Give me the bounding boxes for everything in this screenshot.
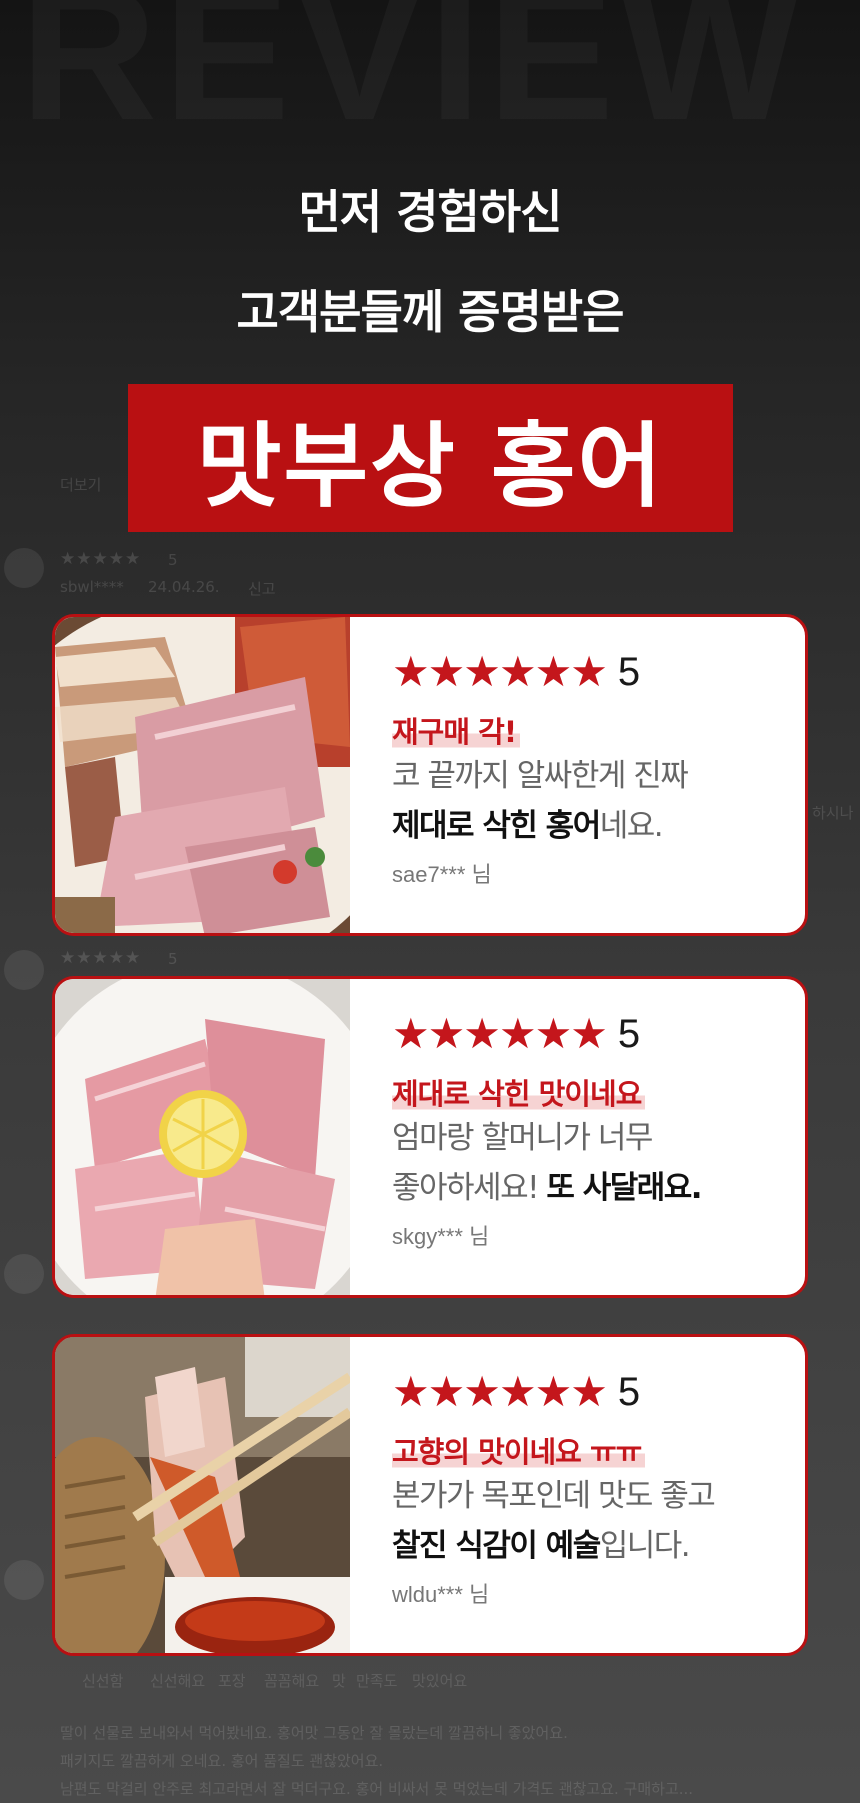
faded-avatar	[4, 1560, 44, 1600]
background-watermark: REVIEW	[20, 0, 806, 163]
faded-avatar	[4, 950, 44, 990]
faded-text: 24.04.26.	[148, 578, 220, 596]
hero-banner: 맛부상 홍어	[128, 384, 733, 532]
faded-text: 맛	[332, 1672, 346, 1690]
rating-score: 5	[617, 1370, 641, 1414]
review-photo-platter	[55, 617, 350, 933]
faded-text: 만족도	[356, 1672, 398, 1690]
review-text-rest: 좋아하세요!	[392, 1170, 540, 1206]
review-card: ★★★★★★ 5 고향의 맛이네요 ㅠㅠ 본가가 목포인데 맛도 좋고 찰진 식…	[52, 1334, 808, 1656]
faded-text: 패키지도 깔끔하게 오네요. 홍어 품질도 괜찮았어요.	[60, 1752, 384, 1770]
faded-text: 맛있어요	[412, 1672, 468, 1690]
star-icons: ★★★★★★	[392, 1367, 608, 1416]
faded-text: 꼼꼼해요	[264, 1672, 320, 1690]
reviewer-name: sae7*** 님	[392, 862, 492, 887]
faded-text: 포장	[218, 1672, 246, 1690]
review-text-rest: 입니다.	[599, 1528, 691, 1564]
faded-avatar	[4, 1254, 44, 1294]
review-card: ★★★★★★ 5 재구매 각! 코 끝까지 알싸한게 진짜 제대로 삭힌 홍어네…	[52, 614, 808, 936]
headline-line-1: 먼저 경험하신	[298, 185, 563, 239]
star-rating: ★★★★★★ 5	[392, 649, 805, 695]
review-title: 고향의 맛이네요 ㅠㅠ	[392, 1429, 646, 1471]
faded-text: 신선함	[82, 1672, 124, 1690]
review-title: 제대로 삭힌 맛이네요	[392, 1071, 646, 1113]
reviewer-name: skgy*** 님	[392, 1224, 490, 1249]
faded-text: 신고	[248, 580, 276, 598]
faded-text: 딸이 선물로 보내와서 먹어봤네요. 홍어맛 그동안 잘 몰랐는데 깔끔하니 좋…	[60, 1724, 568, 1742]
review-text-line-1: 코 끝까지 알싸한게 진짜	[392, 758, 689, 794]
faded-text: 더보기	[60, 476, 102, 494]
review-text-rest: 네요.	[599, 808, 664, 844]
faded-avatar	[4, 548, 44, 588]
faded-text: sbwl****	[60, 578, 124, 596]
review-text-bold: 또 사달래요.	[546, 1170, 702, 1206]
review-text-line-2: 제대로 삭힌 홍어네요.	[392, 801, 805, 851]
chopsticks-image	[55, 1337, 350, 1653]
star-rating: ★★★★★★ 5	[392, 1369, 805, 1415]
rating-score: 5	[617, 1012, 641, 1056]
hero-title: 맛부상 홍어	[196, 412, 665, 520]
star-rating: ★★★★★★ 5	[392, 1011, 805, 1057]
faded-stars: ★★★★★	[60, 549, 142, 569]
review-text-line-2: 좋아하세요! 또 사달래요.	[392, 1163, 805, 1213]
review-title: 재구매 각!	[392, 709, 521, 751]
platter-image	[55, 617, 350, 933]
faded-stars: ★★★★★	[60, 948, 142, 968]
rating-score: 5	[617, 650, 641, 694]
review-text-line-2: 찰진 식감이 예술입니다.	[392, 1521, 805, 1571]
faded-text: 하시나	[812, 804, 854, 822]
review-text-line-1: 엄마랑 할머니가 너무	[392, 1120, 653, 1156]
headline-line-2: 고객분들께 증명받은	[236, 285, 625, 339]
star-icons: ★★★★★★	[392, 1009, 608, 1058]
review-text-line-1: 본가가 목포인데 맛도 좋고	[392, 1478, 716, 1514]
lemon-slices-image	[55, 979, 350, 1295]
review-text-bold: 찰진 식감이 예술	[392, 1528, 601, 1564]
review-photo-chopsticks	[55, 1337, 350, 1653]
faded-text: 5	[168, 551, 178, 569]
review-text-bold: 제대로 삭힌 홍어	[392, 808, 601, 844]
star-icons: ★★★★★★	[392, 647, 608, 696]
faded-text: 남편도 막걸리 안주로 최고라면서 잘 먹더구요. 홍어 비싸서 못 먹었는데 …	[60, 1780, 694, 1798]
review-card: ★★★★★★ 5 제대로 삭힌 맛이네요 엄마랑 할머니가 너무 좋아하세요! …	[52, 976, 808, 1298]
faded-text: 5	[168, 950, 178, 968]
review-photo-lemon	[55, 979, 350, 1295]
faded-text: 신선해요	[150, 1672, 206, 1690]
reviewer-name: wldu*** 님	[392, 1582, 490, 1607]
